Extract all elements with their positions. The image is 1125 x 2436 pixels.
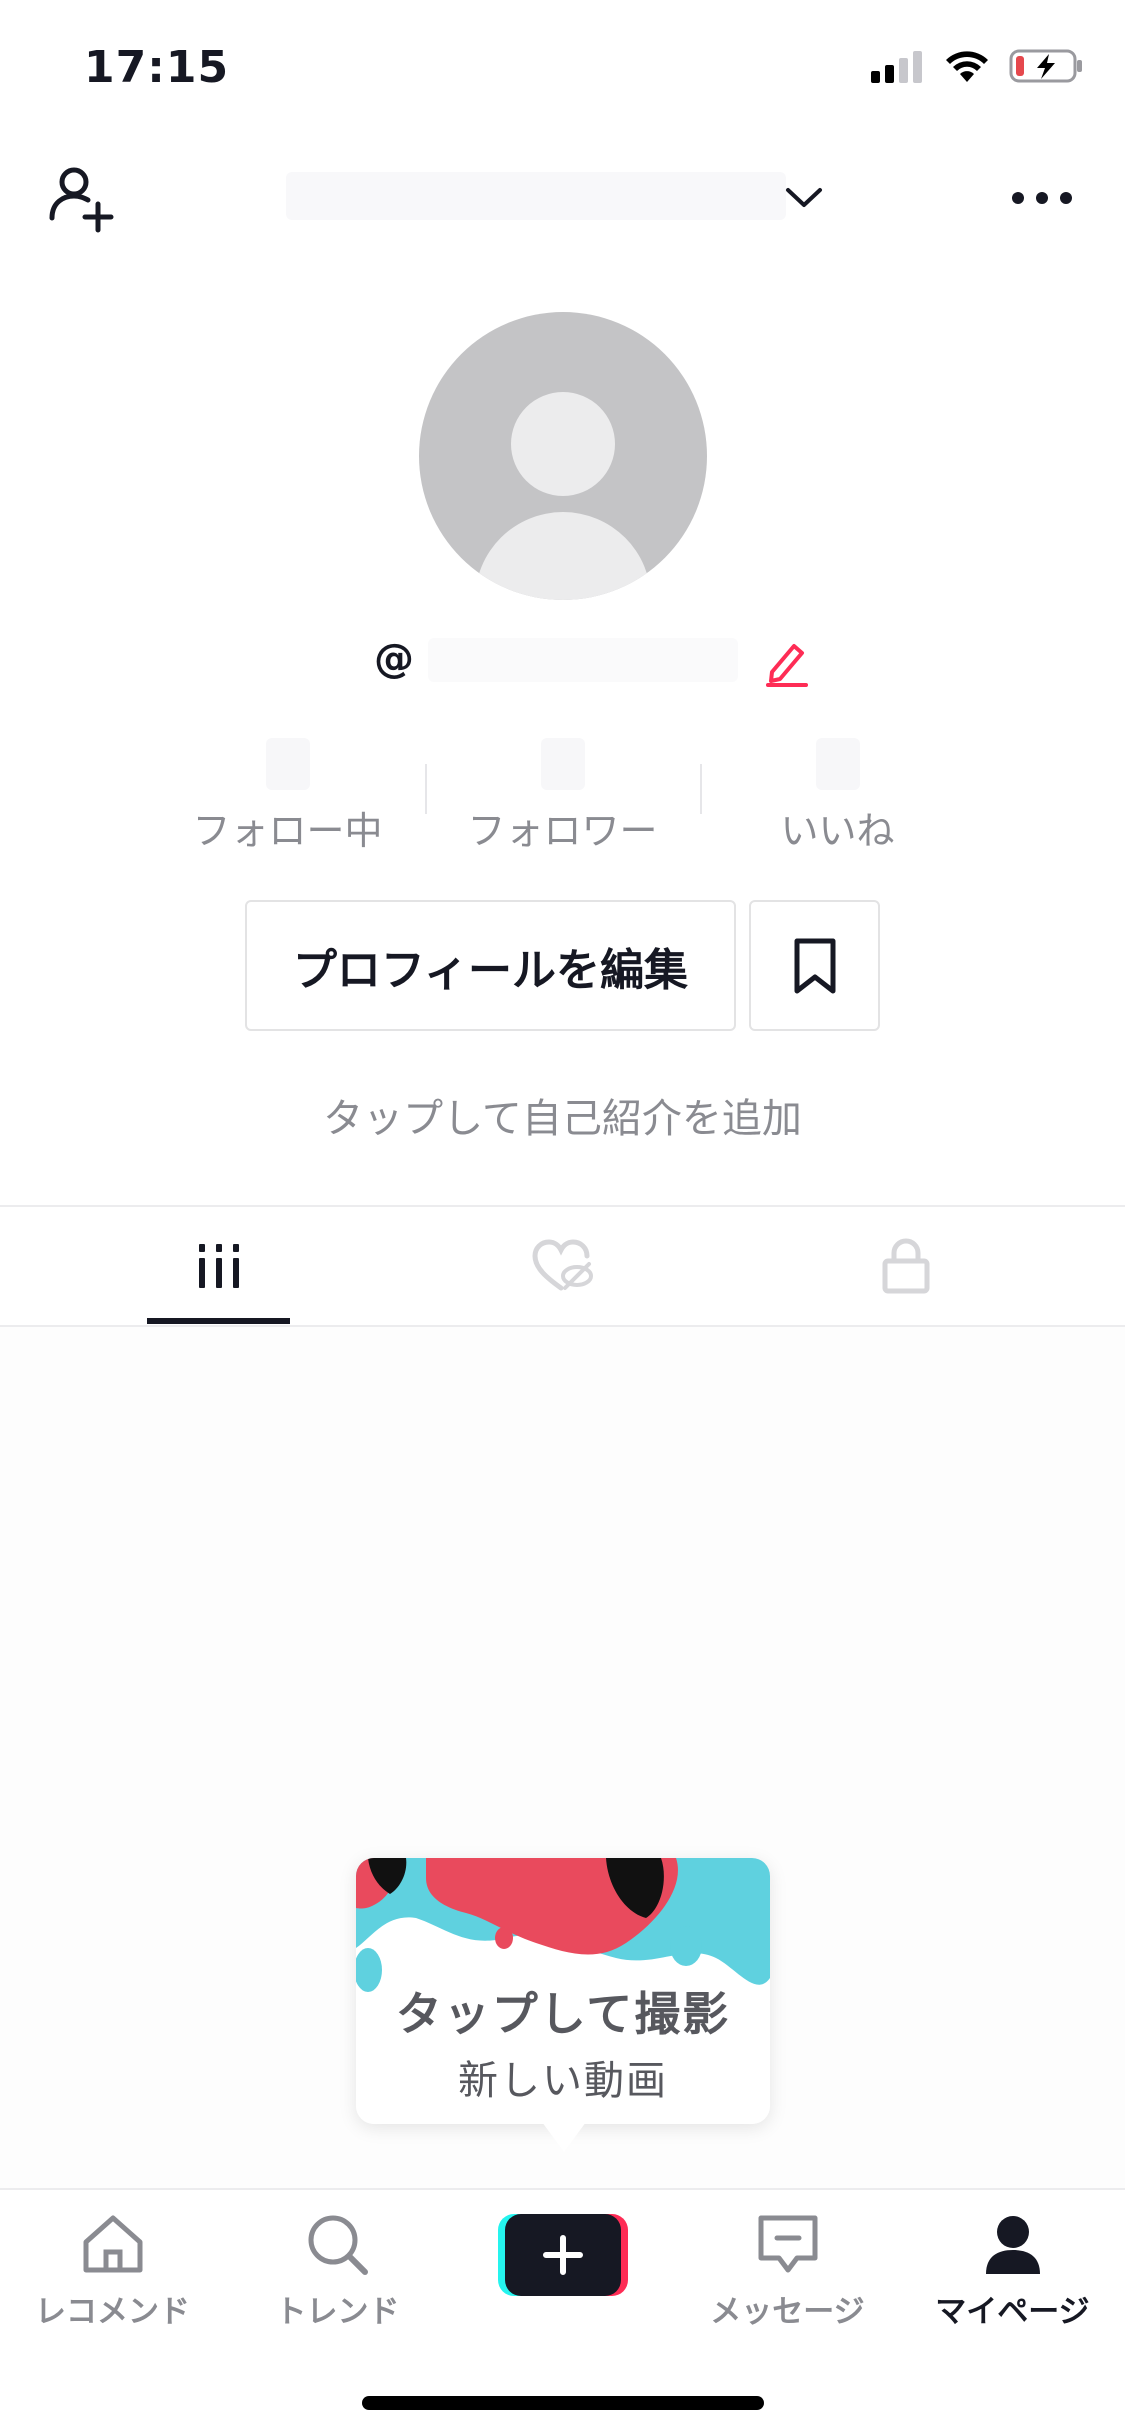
home-icon (83, 2215, 142, 2273)
add-friend-icon[interactable] (46, 160, 122, 236)
search-icon (308, 2215, 368, 2275)
more-horizontal-icon[interactable] (1008, 178, 1076, 218)
tooltip-subtitle: 新しい動画 (458, 2058, 668, 2104)
username-title[interactable] (286, 172, 786, 220)
nav-label: トレンド (275, 2294, 400, 2330)
nav-item-recommend[interactable]: レコメンド (0, 2212, 225, 2331)
bookmark-icon (794, 938, 835, 993)
stat-likes[interactable]: いいね (700, 732, 975, 853)
tab-videos[interactable] (31, 1210, 406, 1322)
battery-charging-icon (1009, 49, 1082, 83)
nav-label: メッセージ (710, 2294, 865, 2330)
lock-icon (882, 1238, 929, 1294)
grid-icon (198, 1244, 239, 1288)
handle-prefix: @ (374, 636, 414, 682)
create-video-button[interactable] (498, 2214, 628, 2296)
nav-item-trend[interactable]: トレンド (225, 2212, 450, 2331)
hidden-heart-icon (531, 1239, 593, 1291)
home-indicator (362, 2396, 764, 2410)
stat-followers[interactable]: フォロワー (425, 732, 700, 853)
tab-active-indicator (147, 1318, 290, 1324)
status-icons (869, 48, 1085, 84)
record-tooltip[interactable]: タップして撮影 新しい動画 (356, 1858, 770, 2124)
wifi-icon (946, 51, 988, 82)
bio-placeholder[interactable]: タップして自己紹介を追加 (0, 1086, 1125, 1144)
nav-label: マイページ (935, 2294, 1090, 2330)
stat-label: フォロー中 (192, 809, 383, 853)
avatar-head (511, 392, 615, 496)
profile-icon (985, 2216, 1040, 2274)
stat-value (815, 738, 860, 790)
stat-value (540, 738, 585, 790)
bookmark-button[interactable] (749, 900, 880, 1031)
tab-private[interactable] (718, 1210, 1093, 1322)
tooltip-tail (542, 2122, 586, 2152)
tooltip-title: タップして撮影 (395, 1987, 731, 2041)
chevron-down-icon[interactable] (782, 178, 826, 218)
nav-label: レコメンド (35, 2294, 190, 2330)
nav-item-messages[interactable]: メッセージ (675, 2212, 900, 2331)
status-time: 17:15 (84, 42, 230, 93)
tab-liked[interactable] (375, 1210, 750, 1322)
nav-item-mypage[interactable]: マイページ (900, 2212, 1125, 2331)
stat-label: いいね (780, 809, 895, 853)
edit-profile-button[interactable]: プロフィールを編集 (245, 900, 736, 1031)
pencil-icon[interactable] (764, 638, 810, 688)
stat-value (265, 738, 310, 790)
avatar[interactable] (419, 312, 707, 600)
cellular-signal-icon (871, 51, 922, 83)
tabs-divider-top (0, 1205, 1125, 1207)
avatar-body (475, 512, 651, 600)
profile-stats: フォロー中 フォロワー いいね (150, 732, 975, 853)
stat-label: フォロワー (467, 809, 658, 853)
stat-following[interactable]: フォロー中 (150, 732, 425, 853)
message-icon (758, 2215, 817, 2273)
handle-text (428, 638, 738, 682)
